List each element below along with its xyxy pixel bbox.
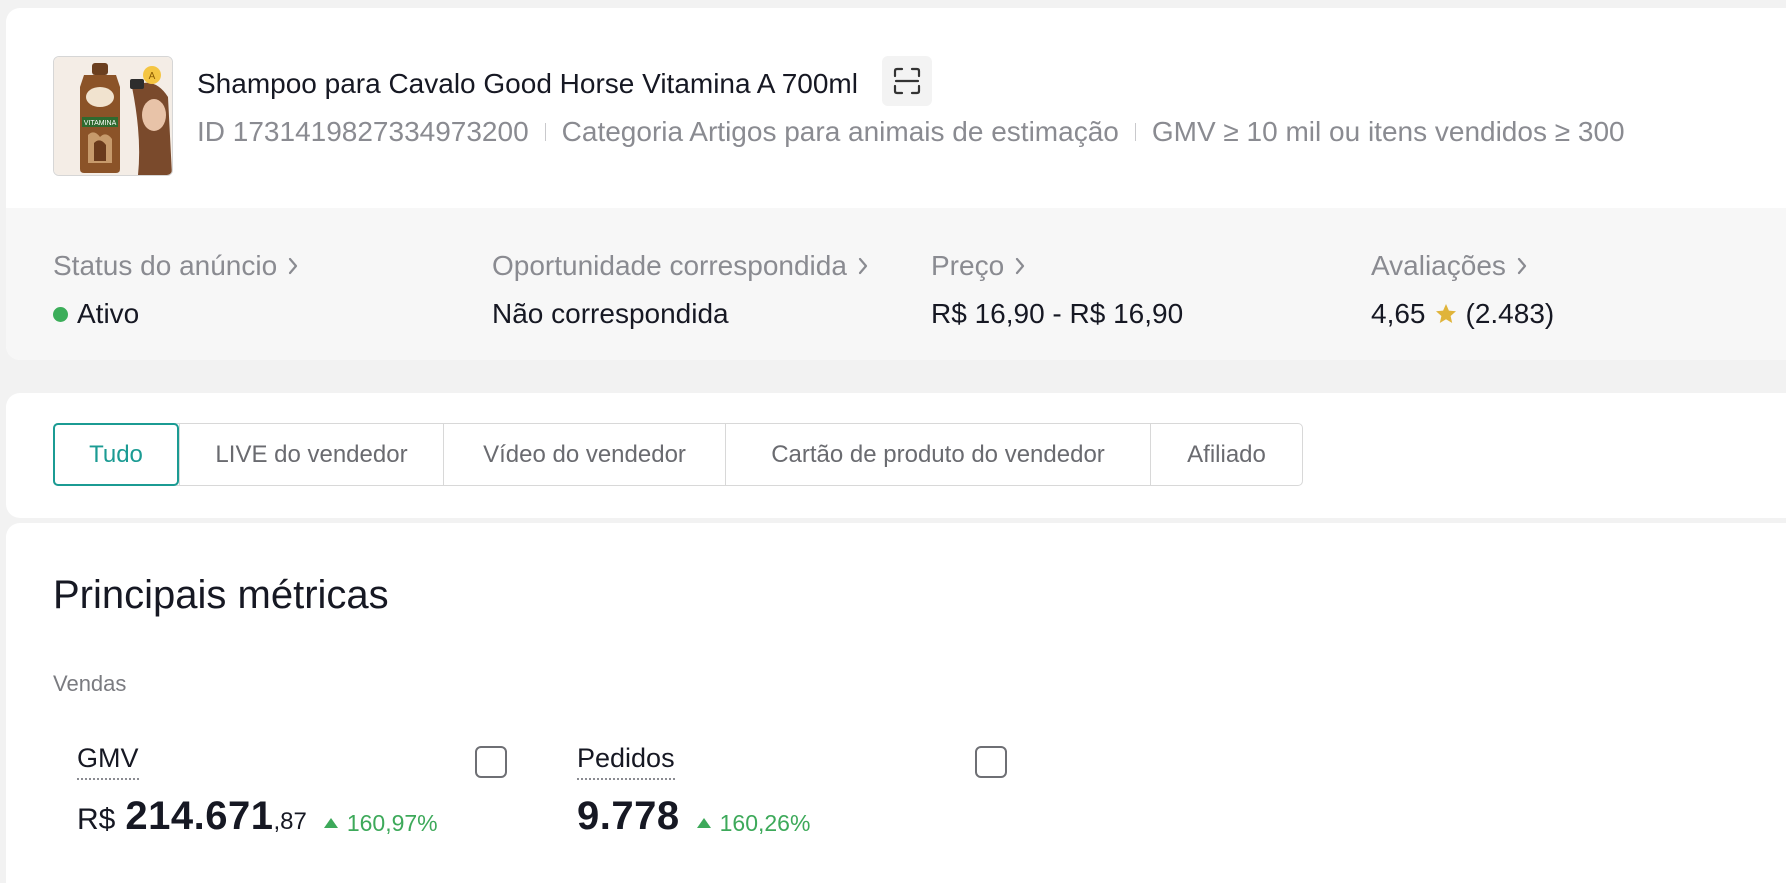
product-thumbnail[interactable]: VITAMINA A <box>53 56 173 176</box>
metric-gmv-label[interactable]: GMV <box>77 743 139 780</box>
metric-gmv-decimals: ,87 <box>273 808 307 835</box>
meta-divider <box>1134 123 1136 141</box>
channel-tabs-card: Tudo LIVE do vendedor Vídeo do vendedor … <box>6 393 1786 518</box>
metrics-section-label: Vendas <box>53 671 127 696</box>
product-image: VITAMINA A <box>54 57 172 175</box>
star-icon <box>1434 302 1458 326</box>
metric-orders-label[interactable]: Pedidos <box>577 743 675 780</box>
stat-opportunity-link[interactable]: Oportunidade correspondida <box>492 250 869 282</box>
tab-seller-video[interactable]: Vídeo do vendedor <box>443 424 725 485</box>
product-id: ID 1731419827334973200 <box>197 116 529 147</box>
stat-status: Status do anúncio Ativo <box>53 250 299 330</box>
product-header-card: VITAMINA A Shampoo para Cavalo Good Hors… <box>6 8 1786 360</box>
channel-tabs: Tudo LIVE do vendedor Vídeo do vendedor … <box>53 423 1303 486</box>
metric-gmv-currency: R$ <box>77 803 116 836</box>
stat-price-value: R$ 16,90 - R$ 16,90 <box>931 298 1184 329</box>
product-category: Categoria Artigos para animais de estima… <box>561 116 1119 147</box>
stat-price-label: Preço <box>931 250 1005 281</box>
stat-price: Preço R$ 16,90 - R$ 16,90 <box>931 250 1183 330</box>
metric-orders-delta: 160,26% <box>719 809 811 836</box>
metric-gmv-delta: 160,97% <box>346 809 438 836</box>
gmv-checkbox[interactable] <box>475 746 507 778</box>
stat-price-link[interactable]: Preço <box>931 250 1183 282</box>
metric-gmv-value: 214.671 <box>125 794 274 838</box>
metric-orders: Pedidos 9.778 160,26% <box>577 743 810 839</box>
product-title: Shampoo para Cavalo Good Horse Vitamina … <box>197 68 858 99</box>
chevron-right-icon <box>289 257 298 275</box>
svg-text:VITAMINA: VITAMINA <box>84 120 117 127</box>
stat-status-value: Ativo <box>77 298 140 329</box>
metric-gmv: GMV R$ 214.671 ,87 160,97% <box>77 743 438 839</box>
status-dot-icon <box>53 306 68 322</box>
chevron-right-icon <box>1517 257 1527 275</box>
meta-divider <box>544 123 546 141</box>
stat-opportunity-value: Não correspondida <box>492 298 729 329</box>
product-meta: ID 1731419827334973200 Categoria Artigos… <box>197 116 1625 148</box>
stat-reviews-link[interactable]: Avaliações <box>1371 250 1554 282</box>
stats-band: Status do anúncio Ativo Oportunidade cor… <box>6 208 1786 360</box>
stat-reviews: Avaliações 4,65 (2.483) <box>1371 250 1554 330</box>
tab-all[interactable]: Tudo <box>53 423 179 486</box>
metrics-title: Principais métricas <box>53 573 389 617</box>
stat-reviews-rating: 4,65 <box>1371 298 1426 329</box>
stat-reviews-label: Avaliações <box>1371 250 1506 281</box>
chevron-right-icon <box>1016 257 1025 275</box>
stat-opportunity-label: Oportunidade correspondida <box>492 250 847 281</box>
chevron-right-icon <box>858 257 868 275</box>
scan-icon <box>893 67 921 95</box>
metric-orders-value: 9.778 <box>577 794 680 838</box>
stat-status-label: Status do anúncio <box>53 250 278 281</box>
scan-button[interactable] <box>882 56 932 106</box>
metrics-card: Principais métricas Vendas GMV R$ 214.67… <box>6 523 1786 883</box>
tab-seller-product-card[interactable]: Cartão de produto do vendedor <box>725 424 1150 485</box>
stat-reviews-count: (2.483) <box>1465 298 1555 329</box>
trend-up-icon <box>696 818 711 828</box>
tab-seller-live[interactable]: LIVE do vendedor <box>179 424 443 485</box>
trend-up-icon <box>323 818 338 828</box>
stat-opportunity: Oportunidade correspondida Não correspon… <box>492 250 869 330</box>
orders-checkbox[interactable] <box>975 746 1007 778</box>
svg-text:A: A <box>149 71 156 82</box>
stat-status-link[interactable]: Status do anúncio <box>53 250 299 282</box>
tab-affiliate[interactable]: Afiliado <box>1150 424 1302 485</box>
product-threshold: GMV ≥ 10 mil ou itens vendidos ≥ 300 <box>1151 116 1625 147</box>
